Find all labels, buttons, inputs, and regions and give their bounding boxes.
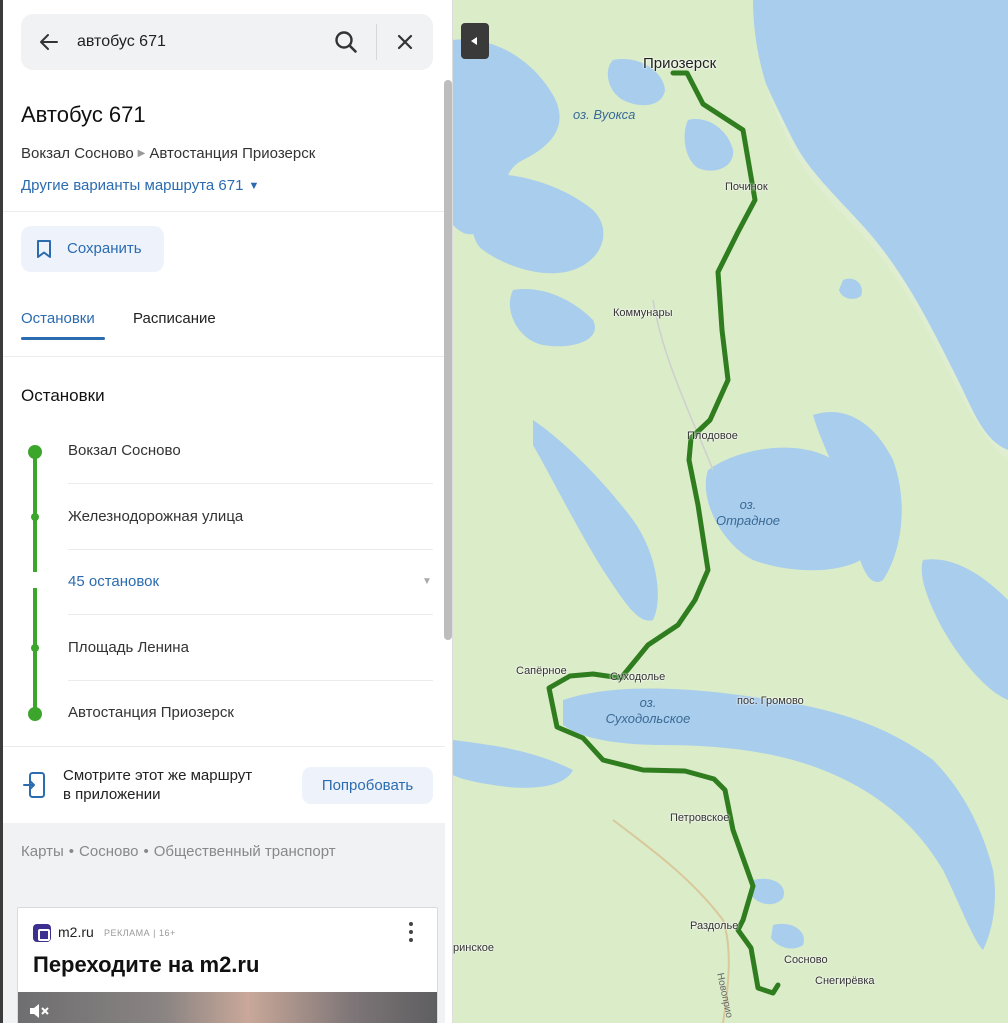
stops-heading: Остановки [21, 386, 105, 405]
route-line-track [32, 452, 38, 714]
place-label[interactable]: пос. Громово [737, 695, 804, 707]
app-promo-line: в приложении [63, 786, 161, 803]
breadcrumb-item[interactable]: Карты [21, 843, 64, 860]
divider [68, 614, 433, 615]
tab-stops[interactable]: Остановки [21, 310, 95, 327]
lake-label: оз. Отрадное [713, 497, 783, 529]
search-icon[interactable] [333, 29, 359, 55]
ad-media[interactable] [18, 992, 437, 1023]
search-input[interactable]: автобус 671 [77, 31, 166, 53]
lake-label: оз. Суходольское [598, 695, 698, 727]
ad-label: РЕКЛАМА [104, 928, 151, 938]
place-label[interactable]: Плодовое [687, 430, 738, 442]
footer: Карты • Сосново • Общественный транспорт m2.… [3, 823, 445, 1023]
ad-brand[interactable]: m2.ru [58, 924, 94, 940]
route-panel: автобус 671 Автобус 671 Вокзал Сосново ▶ А… [0, 0, 453, 1023]
breadcrumb-separator: • [68, 843, 75, 860]
stop-marker-start [28, 445, 42, 459]
divider [3, 356, 445, 357]
route-arrow-icon: ▶ [137, 148, 146, 159]
lake-label-line: Суходольское [605, 711, 691, 726]
save-button[interactable]: Сохранить [21, 226, 164, 272]
track-gap [32, 572, 38, 588]
breadcrumb-item[interactable]: Сосново [79, 843, 138, 860]
open-in-app-icon [23, 772, 45, 798]
ad-headline[interactable]: Переходите на m2.ru [33, 952, 259, 978]
place-label[interactable]: Приозерск [643, 55, 716, 72]
route-endpoints: Вокзал Сосново ▶ Автостанция Приозерск [21, 145, 315, 162]
stop-marker [31, 513, 39, 521]
stop-item[interactable]: Автостанция Приозерск [68, 704, 234, 721]
collapse-panel-button[interactable] [461, 23, 489, 59]
active-tab-indicator [21, 337, 105, 340]
divider [3, 211, 445, 212]
place-label[interactable]: ринское [453, 942, 494, 954]
breadcrumb-separator: • [143, 843, 149, 860]
route-title: Автобус 671 [21, 102, 146, 127]
route-to: Автостанция Приозерск [149, 145, 316, 162]
divider [68, 680, 433, 681]
ad-meta: РЕКЛАМА | 16+ [104, 928, 176, 938]
expand-stops-link[interactable]: 45 остановок [68, 573, 159, 590]
search-divider [376, 24, 377, 60]
stop-marker [31, 644, 39, 652]
route-variants-link[interactable]: Другие варианты маршрута 671 ▼ [21, 177, 259, 194]
app-promo-text: Смотрите этот же маршрут в приложении [63, 766, 252, 804]
route-from: Вокзал Сосново [21, 145, 134, 162]
lake-label-line: оз. [739, 497, 757, 512]
place-label[interactable]: Петровское [670, 812, 729, 824]
tab-schedule[interactable]: Расписание [133, 310, 216, 327]
place-label[interactable]: Починок [725, 181, 768, 193]
lake-label: оз. Вуокса [573, 107, 636, 122]
breadcrumb: Карты • Сосново • Общественный транспорт [21, 843, 336, 860]
stop-marker-end [28, 707, 42, 721]
app-promo-line: Смотрите этот же маршрут [63, 767, 253, 784]
back-arrow-icon[interactable] [37, 30, 61, 54]
chevron-down-icon: ▼ [248, 180, 260, 192]
mute-icon[interactable] [28, 1002, 50, 1020]
close-icon[interactable] [393, 30, 417, 54]
divider [68, 549, 433, 550]
save-button-label: Сохранить [67, 240, 142, 257]
ad-card[interactable]: m2.ru РЕКЛАМА | 16+ Переходите на m2.ru [17, 907, 438, 1023]
breadcrumb-item[interactable]: Общественный транспорт [154, 843, 336, 860]
place-label[interactable]: Снегирёвка [815, 975, 875, 987]
route-variants-label: Другие варианты маршрута 671 [21, 177, 244, 194]
more-options-icon[interactable] [408, 921, 414, 943]
chevron-down-icon[interactable]: ▼ [422, 576, 432, 587]
stop-item[interactable]: Площадь Ленина [68, 639, 189, 656]
panel-scrollbar[interactable] [444, 80, 452, 640]
ad-age-rating: 16+ [159, 928, 176, 938]
advertiser-logo [33, 924, 51, 942]
stop-item[interactable]: Вокзал Сосново [68, 442, 181, 459]
place-label[interactable]: Коммунары [613, 307, 673, 319]
divider [68, 483, 433, 484]
place-label[interactable]: Раздолье [690, 920, 738, 932]
place-label[interactable]: Суходолье [610, 671, 665, 683]
map-view[interactable]: Приозерск Починок Коммунары Плодовое Сап… [453, 0, 1008, 1023]
search-bar[interactable]: автобус 671 [21, 14, 433, 70]
bookmark-icon [37, 240, 51, 258]
app-promo: Смотрите этот же маршрут в приложении По… [3, 747, 445, 823]
place-label[interactable]: Сосново [784, 954, 828, 966]
lake-label-line: оз. [639, 695, 657, 710]
place-label[interactable]: Сапёрное [516, 665, 567, 677]
lake-label-line: Отрадное [715, 513, 781, 528]
try-app-button[interactable]: Попробовать [302, 767, 433, 804]
stop-item[interactable]: Железнодорожная улица [68, 508, 243, 525]
